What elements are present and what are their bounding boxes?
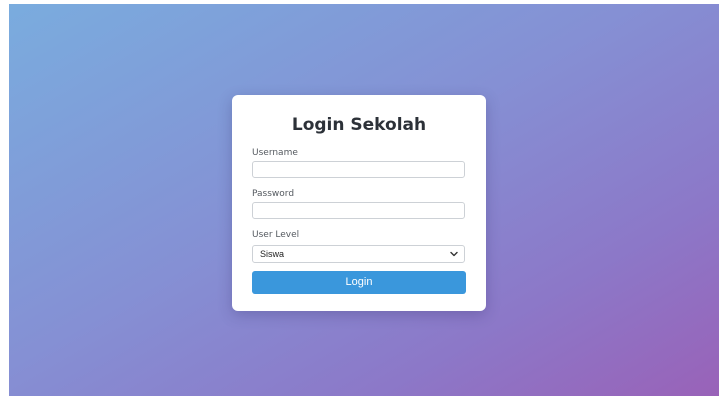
user-level-label: User Level [252,230,300,240]
user-level-selected-value: Siswa [260,249,285,259]
username-label: Username [252,148,298,158]
login-button[interactable]: Login [252,271,466,294]
username-input[interactable] [252,161,465,178]
page-background: Login Sekolah Username Password User Lev… [9,4,719,396]
login-card: Login Sekolah Username Password User Lev… [232,95,486,311]
page-title: Login Sekolah [291,115,427,135]
password-label: Password [252,189,295,199]
chevron-down-icon [450,251,458,257]
user-level-select[interactable]: Siswa [252,245,465,263]
password-input[interactable] [252,202,465,219]
